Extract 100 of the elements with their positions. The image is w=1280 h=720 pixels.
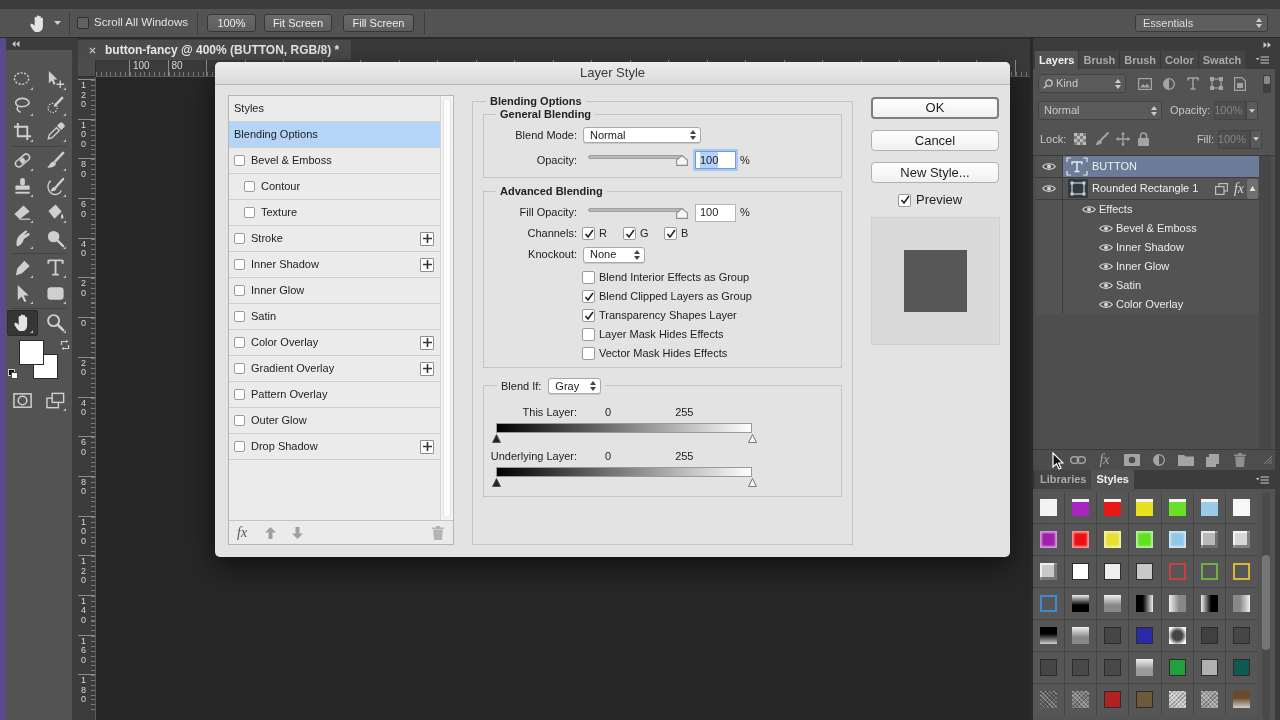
checkbox[interactable] (234, 441, 245, 452)
eye-icon[interactable] (1041, 184, 1056, 193)
expand-icon[interactable] (1263, 41, 1271, 48)
panel-tab[interactable]: Styles (1091, 470, 1134, 489)
slider-thumb-icon[interactable] (492, 434, 501, 443)
style-swatch-icon[interactable] (1072, 691, 1090, 708)
close-icon[interactable] (89, 46, 96, 54)
eye-icon[interactable] (1099, 262, 1113, 271)
add-effect-button[interactable] (420, 231, 434, 246)
style-swatch-icon[interactable] (1200, 627, 1218, 644)
layers-scrollbar[interactable] (1259, 156, 1271, 449)
checkbox[interactable] (234, 389, 245, 400)
blend-mode-select[interactable]: Normal (583, 127, 701, 143)
checkerboard-icon[interactable] (1074, 133, 1087, 145)
style-swatch-icon[interactable] (1072, 563, 1090, 580)
style-swatch-icon[interactable] (1168, 563, 1186, 580)
style-swatch-icon[interactable] (1168, 595, 1186, 612)
style-swatch-icon[interactable] (1104, 563, 1122, 580)
style-swatch-icon[interactable] (1072, 531, 1090, 548)
brush-icon[interactable] (1095, 132, 1110, 146)
fx-menu-button[interactable]: fx (237, 525, 248, 540)
checkbox[interactable] (234, 285, 245, 296)
hand-icon[interactable] (29, 13, 45, 33)
add-effect-button[interactable] (420, 439, 434, 454)
style-swatch-icon[interactable] (1104, 691, 1122, 708)
checkbox[interactable] (244, 181, 255, 192)
blend-if-select[interactable]: Gray (548, 377, 602, 394)
toggle-switch[interactable] (1263, 74, 1271, 93)
slider-track[interactable] (588, 153, 688, 167)
style-swatch-icon[interactable] (1040, 691, 1058, 708)
collapse-icon[interactable] (12, 41, 20, 47)
style-swatch-icon[interactable] (1104, 659, 1122, 676)
style-swatch-icon[interactable] (1136, 595, 1154, 612)
eye-icon[interactable] (1082, 205, 1096, 214)
color-swatches-icon[interactable] (19, 340, 58, 379)
panel-menu-icon[interactable] (1256, 56, 1269, 64)
stacked-squares-icon[interactable] (1214, 182, 1228, 195)
style-swatch-icon[interactable] (1040, 531, 1058, 548)
style-swatch-icon[interactable] (1232, 563, 1250, 580)
new-page-icon[interactable] (1206, 453, 1219, 467)
slider-thumb-icon[interactable] (676, 207, 688, 219)
style-swatch-icon[interactable] (1040, 499, 1058, 516)
eye-icon[interactable] (1099, 224, 1113, 233)
dropdown-button[interactable] (1246, 101, 1259, 120)
style-swatch-icon[interactable] (1104, 531, 1122, 548)
style-swatch-icon[interactable] (1136, 627, 1154, 644)
style-swatch-icon[interactable] (1232, 691, 1250, 708)
checkbox[interactable] (244, 207, 255, 218)
style-swatch-icon[interactable] (1168, 499, 1186, 516)
slider-thumb-icon[interactable] (748, 434, 757, 443)
style-swatch-icon[interactable] (1232, 659, 1250, 676)
screen-mode-icon[interactable] (45, 391, 66, 411)
style-swatch-icon[interactable] (1104, 595, 1122, 612)
add-effect-button[interactable] (420, 335, 434, 350)
style-swatch-icon[interactable] (1232, 627, 1250, 644)
checkbox[interactable] (234, 155, 245, 166)
panel-tab[interactable]: Layers (1035, 51, 1079, 69)
style-list-item[interactable]: Blending Options (229, 122, 440, 148)
resize-grip-icon[interactable] (1264, 456, 1272, 464)
fit-screen-button[interactable]: Fit Screen (263, 14, 332, 32)
scrollbar[interactable] (1262, 492, 1270, 720)
caret-icon[interactable] (54, 21, 61, 25)
zoom-percent-button[interactable]: 100% (206, 14, 256, 32)
checkbox[interactable] (234, 363, 245, 374)
style-swatch-icon[interactable] (1136, 531, 1154, 548)
panel-tab[interactable]: Color (1160, 51, 1198, 69)
style-swatch-icon[interactable] (1200, 659, 1218, 676)
style-swatch-icon[interactable] (1072, 659, 1090, 676)
type-icon[interactable] (1187, 77, 1199, 90)
checkbox[interactable] (234, 233, 245, 244)
checkbox[interactable] (582, 328, 595, 341)
folder-icon[interactable] (1177, 454, 1194, 466)
swap-arrows-icon[interactable] (60, 340, 70, 350)
number-input[interactable]: 100 (695, 203, 736, 222)
checkbox[interactable] (664, 227, 677, 240)
image-icon[interactable] (1138, 77, 1152, 90)
style-swatch-icon[interactable] (1200, 499, 1218, 516)
style-swatch-icon[interactable] (1136, 691, 1154, 708)
checkbox[interactable] (234, 311, 245, 322)
panel-tab[interactable]: Brush (1078, 51, 1120, 69)
style-swatch-icon[interactable] (1200, 531, 1218, 548)
add-effect-button[interactable] (420, 257, 434, 272)
link-icon[interactable] (1069, 455, 1086, 465)
style-swatch-icon[interactable] (1104, 499, 1122, 516)
layer-row[interactable]: BUTTON (1063, 156, 1259, 177)
style-swatch-icon[interactable] (1072, 595, 1090, 612)
panel-tab[interactable]: Brush (1119, 51, 1161, 69)
style-swatch-icon[interactable] (1232, 531, 1250, 548)
default-colors-icon[interactable] (8, 369, 18, 379)
checkbox[interactable] (234, 337, 245, 348)
style-swatch-icon[interactable] (1040, 659, 1058, 676)
add-effect-button[interactable] (420, 361, 434, 376)
bounding-box-icon[interactable] (1210, 77, 1223, 90)
quick-mask-icon[interactable] (12, 391, 33, 411)
checkbox[interactable] (582, 227, 595, 240)
slider-thumb-icon[interactable] (492, 478, 501, 487)
panel-menu-icon[interactable] (1256, 475, 1269, 484)
slider-track[interactable] (588, 205, 688, 220)
style-swatch-icon[interactable] (1168, 627, 1186, 644)
cancel-button[interactable]: Cancel (871, 130, 999, 151)
